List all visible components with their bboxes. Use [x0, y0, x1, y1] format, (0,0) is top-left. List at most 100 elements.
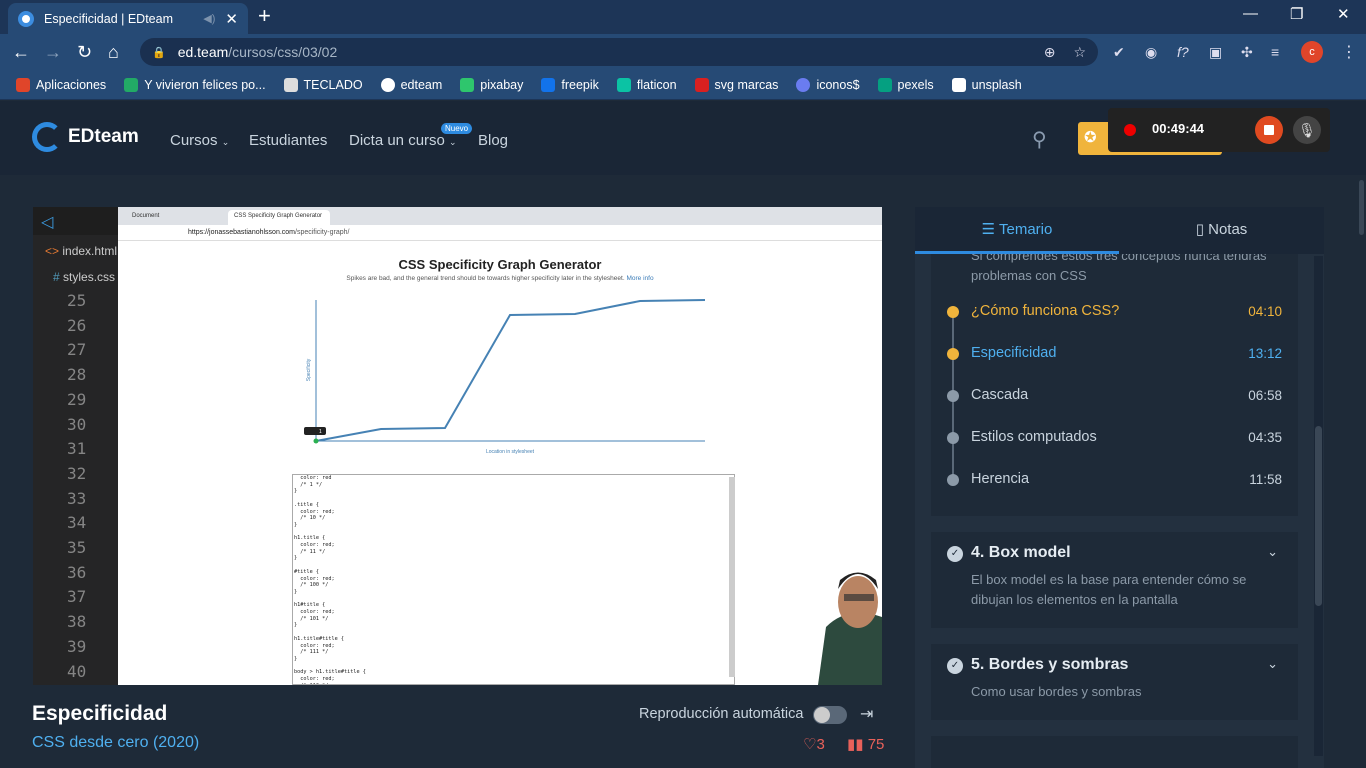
lesson-status-dot	[947, 432, 959, 444]
restore-icon[interactable]: ❐	[1290, 5, 1303, 23]
page-scrollbar[interactable]	[1357, 175, 1366, 768]
menu-icon[interactable]: ⋮	[1341, 42, 1357, 62]
stop-recording-button[interactable]	[1255, 116, 1283, 144]
tab-title: Especificidad | EDteam	[44, 11, 173, 26]
minimize-icon[interactable]: —	[1243, 5, 1258, 22]
new-tab-button[interactable]: +	[258, 4, 271, 28]
views-count: ▮▮ 75	[847, 736, 885, 753]
close-window-icon[interactable]: ✕	[1337, 5, 1350, 23]
nav-cursos[interactable]: Cursos ⌄	[170, 132, 229, 149]
chevron-down-icon[interactable]: ⌄	[1267, 544, 1278, 560]
media-icon[interactable]: ≡	[1271, 44, 1279, 60]
bookmark-item[interactable]: freepik	[541, 77, 599, 92]
autoplay-toggle[interactable]	[813, 706, 847, 724]
graph-title: CSS Specificity Graph Generator	[398, 257, 602, 272]
chevron-down-icon: ⌄	[449, 137, 457, 147]
line-number: 37	[67, 587, 87, 607]
nav-estudiantes[interactable]: Estudiantes	[249, 132, 327, 149]
address-bar[interactable]: 🔒 ed.team/cursos/css/03/02 ⊕ ☆	[140, 38, 1098, 66]
lesson-item[interactable]: Cascada 06:58	[931, 375, 1298, 417]
bookmark-item[interactable]: iconos$	[796, 77, 860, 92]
line-number: 31	[67, 439, 87, 459]
bookmark-apps[interactable]: Aplicaciones	[16, 77, 106, 92]
next-lesson-icon[interactable]: ⇥	[860, 704, 873, 724]
autoplay-label: Reproducción automática	[639, 706, 804, 722]
section-5[interactable]: ✓ 5. Bordes y sombras Como usar bordes y…	[931, 644, 1298, 720]
specificity-line	[315, 299, 706, 442]
bookmark-item[interactable]: pexels	[877, 77, 934, 92]
line-number: 36	[67, 562, 87, 582]
course-link[interactable]: CSS desde cero (2020)	[32, 734, 199, 752]
presenter-webcam	[818, 572, 882, 685]
extension-cookie-icon[interactable]: ◉	[1145, 44, 1157, 61]
line-number: 32	[67, 463, 87, 483]
bookmark-item[interactable]: pixabay	[460, 77, 523, 92]
line-number: 30	[67, 414, 87, 434]
chevron-down-icon[interactable]: ⌄	[1267, 656, 1278, 672]
lesson-item[interactable]: Especificidad 13:12	[931, 333, 1298, 375]
line-number: 38	[67, 612, 87, 632]
search-icon[interactable]: ⚲	[1032, 127, 1047, 152]
speaker-icon[interactable]: ◀)	[203, 12, 215, 25]
bookmark-item[interactable]: unsplash	[951, 77, 1022, 92]
video-player[interactable]: ◁ <> index.html # styles.css 25 26 27 28 29 3…	[33, 207, 882, 685]
tab-temario[interactable]: ☰ Temario	[915, 207, 1119, 254]
mic-off-icon[interactable]: 🎙	[1293, 116, 1321, 144]
url-path: /cursos/css/03/02	[228, 44, 338, 60]
browser-tab[interactable]: Especificidad | EDteam ◀) ✕	[8, 3, 248, 34]
freepik-icon	[541, 77, 556, 92]
notebook-icon: ▯	[1195, 221, 1204, 238]
add-icon[interactable]: ⊕	[1044, 44, 1056, 61]
graph-subtitle: Spikes are bad, and the general trend sh…	[346, 275, 654, 282]
recording-time: 00:49:44	[1152, 121, 1205, 136]
file-styles: # styles.css	[53, 270, 116, 284]
puzzle-icon[interactable]: ✣	[1241, 44, 1253, 61]
back-icon[interactable]: ←	[12, 41, 30, 63]
close-tab-icon[interactable]: ✕	[225, 10, 238, 28]
section-title: 5. Bordes y sombras	[971, 656, 1129, 673]
nav-blog[interactable]: Blog	[478, 132, 508, 149]
lesson-item[interactable]: Herencia 11:58	[931, 459, 1298, 501]
file-index: <> index.html	[45, 244, 118, 258]
chevron-down-icon: ⌄	[221, 137, 230, 147]
bookmark-item[interactable]: Y vivieron felices po...	[124, 77, 266, 92]
home-icon[interactable]: ⌂	[108, 41, 119, 63]
extension-check-icon[interactable]: ✔	[1113, 44, 1125, 61]
panel-scrollbar[interactable]	[1314, 256, 1323, 756]
check-icon: ✓	[947, 658, 963, 674]
lesson-title: Especificidad	[32, 702, 168, 725]
section-6[interactable]	[931, 736, 1298, 768]
section-description: Como usar bordes y sombras	[971, 684, 1142, 699]
bookmarks-bar: Aplicaciones Y vivieron felices po... TE…	[0, 70, 1366, 100]
section-4[interactable]: ✓ 4. Box model El box model es la base p…	[931, 532, 1298, 628]
forward-icon[interactable]: →	[44, 41, 62, 63]
specificity-graph: Specificity Location in stylesheet 1	[304, 299, 706, 455]
bookmark-item[interactable]: edteam	[380, 77, 442, 92]
bookmark-item[interactable]: flaticon	[616, 77, 677, 92]
extension-screen-icon[interactable]: ▣	[1209, 44, 1222, 61]
flaticon-icon	[616, 77, 631, 92]
edteam-logo[interactable]: EDteam	[32, 122, 139, 152]
bookmark-item[interactable]: TECLADO	[283, 77, 363, 92]
extension-font-icon[interactable]: f?	[1177, 44, 1189, 60]
pexels-icon	[877, 77, 892, 92]
lesson-item[interactable]: Estilos computados 04:35	[931, 417, 1298, 459]
inner-url: https://jonassebastianohlsson.com/specif…	[188, 229, 350, 236]
line-number: 35	[67, 538, 87, 557]
edteam-favicon	[18, 10, 34, 27]
list-icon: ☰	[981, 221, 996, 238]
logo-icon	[32, 122, 62, 152]
pixabay-icon	[460, 77, 475, 92]
likes-count[interactable]: ♡3	[803, 735, 825, 753]
tab-notas[interactable]: ▯ Notas	[1119, 207, 1324, 254]
lesson-status-dot	[947, 390, 959, 402]
bookmark-item[interactable]: svg marcas	[694, 77, 778, 92]
star-icon[interactable]: ☆	[1073, 44, 1086, 61]
section-3: Si comprendes estos tres conceptos nunca…	[931, 254, 1298, 516]
nav-dicta-curso[interactable]: Dicta un curso ⌄	[349, 132, 457, 149]
url-host: ed.team	[177, 44, 229, 60]
reload-icon[interactable]: ↻	[77, 41, 92, 63]
profile-avatar[interactable]: c	[1301, 41, 1323, 63]
lesson-item[interactable]: ¿Cómo funciona CSS? 04:10	[931, 291, 1298, 333]
lesson-status-dot	[947, 306, 959, 318]
